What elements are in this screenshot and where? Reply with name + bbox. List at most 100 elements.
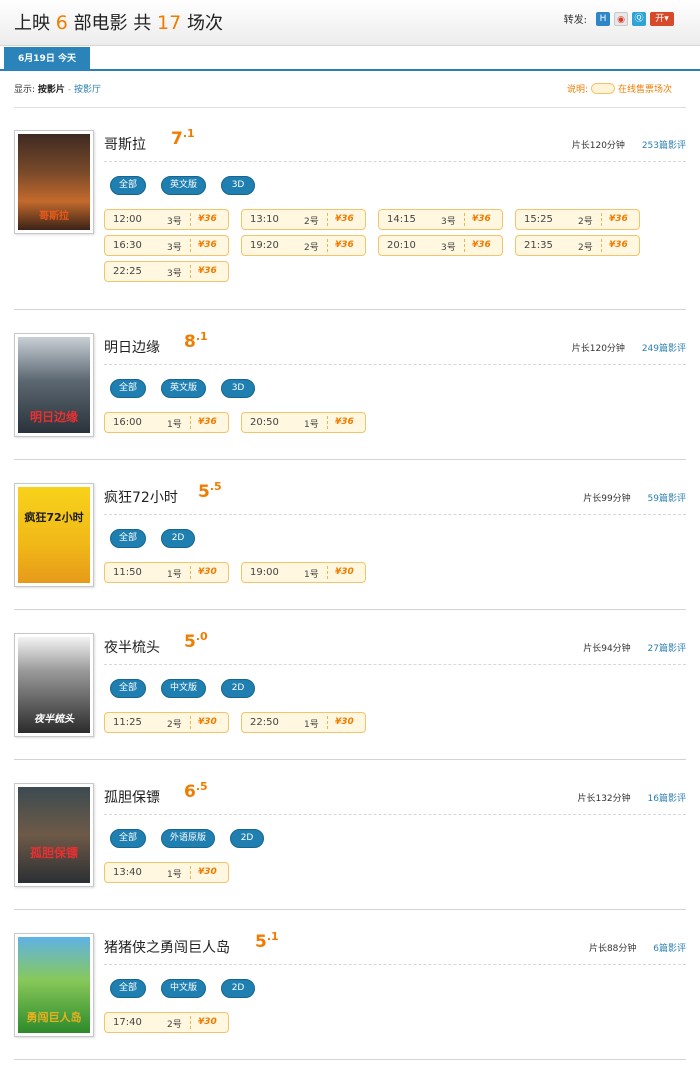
qzone-icon[interactable]: Ⓠ <box>632 11 646 26</box>
movie-reviews-link[interactable]: 27篇影评 <box>648 644 686 654</box>
movie-item: 明日边缘 明日边缘 8.1 片长120分钟 249篇影评 全部 英文版 3D 16:… <box>14 330 686 460</box>
showtime-ticket[interactable]: 17:40 2号 ¥30 <box>104 1012 229 1033</box>
display-by-hall-link[interactable]: 按影厅 <box>74 85 101 95</box>
movie-title[interactable]: 夜半梳头 <box>104 637 160 657</box>
showtime-ticket[interactable]: 22:50 1号 ¥30 <box>241 712 366 733</box>
display-label: 显示: <box>14 85 36 95</box>
showtime-ticket[interactable]: 12:00 3号 ¥36 <box>104 209 229 230</box>
share-bar: 转发: H ◉ Ⓠ 开▾ <box>564 11 674 26</box>
movie-title[interactable]: 猪猪侠之勇闯巨人岛 <box>104 937 230 957</box>
showtime-hall: 3号 <box>441 217 456 227</box>
ticket-divider <box>327 213 328 226</box>
version-filter-button[interactable]: 全部 <box>110 379 147 398</box>
showtime-hall: 3号 <box>167 269 182 279</box>
showtime-ticket[interactable]: 22:25 3号 ¥36 <box>104 261 229 282</box>
showtime-hall: 3号 <box>441 243 456 253</box>
version-filter-button[interactable]: 2D <box>221 979 256 998</box>
more-share-icon[interactable]: 开▾ <box>650 11 674 26</box>
ticket-divider <box>601 213 602 226</box>
movie-poster[interactable]: 勇闯巨人岛 <box>14 933 94 1037</box>
showtime-price: ¥36 <box>335 417 354 427</box>
poster-title-art: 疯狂72小时 <box>24 511 84 524</box>
movie-header: 疯狂72小时 5.5 片长99分钟 59篇影评 <box>104 480 686 515</box>
movie-reviews-link[interactable]: 253篇影评 <box>642 141 686 151</box>
movie-reviews-link[interactable]: 59篇影评 <box>648 494 686 504</box>
session-count: 17 <box>157 12 182 34</box>
showtime-price: ¥30 <box>198 717 217 727</box>
showtime-ticket[interactable]: 11:50 1号 ¥30 <box>104 562 229 583</box>
showtime-ticket[interactable]: 16:00 1号 ¥36 <box>104 412 229 433</box>
showtime-hall: 1号 <box>167 420 182 430</box>
display-mode-row: 显示: 按影片 - 按影厅 说明: 在线售票场次 <box>14 82 686 108</box>
showtime-price: ¥36 <box>198 417 217 427</box>
movie-item: 夜半梳头 夜半梳头 5.0 片长94分钟 27篇影评 全部 中文版 2D 11:25… <box>14 630 686 760</box>
movie-title[interactable]: 疯狂72小时 <box>104 487 178 507</box>
score-integer: 5 <box>198 482 210 502</box>
version-filter-button[interactable]: 全部 <box>110 979 147 998</box>
movie-title[interactable]: 哥斯拉 <box>104 134 146 154</box>
showtime-ticket[interactable]: 21:35 2号 ¥36 <box>515 235 640 256</box>
ticket-divider <box>190 1016 191 1029</box>
showtime-ticket[interactable]: 19:20 2号 ¥36 <box>241 235 366 256</box>
title-sessions-word: 场次 <box>186 13 223 34</box>
movie-score: 5.5 <box>198 480 222 502</box>
version-filter-button[interactable]: 英文版 <box>161 379 207 398</box>
showtime-ticket[interactable]: 14:15 3号 ¥36 <box>378 209 503 230</box>
ticket-divider <box>464 239 465 252</box>
title-prefix: 上映 <box>14 13 50 34</box>
version-filter-button[interactable]: 3D <box>221 379 256 398</box>
movie-reviews-link[interactable]: 6篇影评 <box>653 944 686 954</box>
showtime-ticket[interactable]: 19:00 1号 ¥30 <box>241 562 366 583</box>
showtime-price: ¥36 <box>609 240 628 250</box>
showtime-time: 11:50 <box>113 567 142 578</box>
movie-poster[interactable]: 明日边缘 <box>14 333 94 437</box>
showtime-ticket[interactable]: 13:40 1号 ¥30 <box>104 862 229 883</box>
legend-swatch <box>590 83 615 94</box>
showtime-ticket[interactable]: 11:25 2号 ¥30 <box>104 712 229 733</box>
weibo-icon[interactable]: ◉ <box>614 11 628 26</box>
version-filter-button[interactable]: 2D <box>230 829 265 848</box>
poster-image: 孤胆保镖 <box>18 787 90 883</box>
version-filter-button[interactable]: 外语原版 <box>161 829 216 848</box>
movie-poster[interactable]: 夜半梳头 <box>14 633 94 737</box>
version-filter-button[interactable]: 全部 <box>110 679 147 698</box>
showtime-ticket[interactable]: 16:30 3号 ¥36 <box>104 235 229 256</box>
version-filter-button[interactable]: 2D <box>161 529 196 548</box>
movie-reviews-link[interactable]: 16篇影评 <box>648 794 686 804</box>
legend-prefix: 说明: <box>566 85 588 95</box>
showtime-ticket[interactable]: 15:25 2号 ¥36 <box>515 209 640 230</box>
movie-poster[interactable]: 疯狂72小时 <box>14 483 94 587</box>
score-decimal: .1 <box>195 330 208 343</box>
version-filter-button[interactable]: 中文版 <box>161 679 207 698</box>
score-integer: 7 <box>171 129 183 149</box>
showtime-time: 21:35 <box>524 240 553 251</box>
version-filter-button[interactable]: 全部 <box>110 829 147 848</box>
showtime-hall: 2号 <box>167 720 182 730</box>
page-header: 上映 6 部电影 共 17 场次 转发: H ◉ Ⓠ 开▾ <box>0 0 700 46</box>
version-filter-button[interactable]: 2D <box>221 679 256 698</box>
movie-title[interactable]: 明日边缘 <box>104 337 160 357</box>
movie-poster[interactable]: 孤胆保镖 <box>14 783 94 887</box>
showtime-time: 22:25 <box>113 266 142 277</box>
version-filters: 全部 中文版 2D <box>110 679 270 698</box>
movie-poster[interactable]: 哥斯拉 <box>14 130 94 234</box>
tab-today[interactable]: 6月19日 今天 <box>4 47 90 71</box>
version-filter-button[interactable]: 中文版 <box>161 979 207 998</box>
movie-title[interactable]: 孤胆保镖 <box>104 787 160 807</box>
showtime-ticket[interactable]: 13:10 2号 ¥36 <box>241 209 366 230</box>
version-filter-button[interactable]: 全部 <box>110 176 147 195</box>
showtime-price: ¥36 <box>198 214 217 224</box>
score-decimal: .1 <box>182 127 195 140</box>
movie-item: 哥斯拉 哥斯拉 7.1 片长120分钟 253篇影评 全部 英文版 3D 12:00… <box>14 127 686 310</box>
movie-score: 7.1 <box>171 127 195 149</box>
showtime-hall: 1号 <box>167 570 182 580</box>
version-filter-button[interactable]: 英文版 <box>161 176 207 195</box>
version-filter-button[interactable]: 全部 <box>110 529 147 548</box>
renren-icon[interactable]: H <box>596 11 610 26</box>
showtime-price: ¥36 <box>609 214 628 224</box>
movie-reviews-link[interactable]: 249篇影评 <box>642 344 686 354</box>
score-decimal: .1 <box>266 930 279 943</box>
showtime-ticket[interactable]: 20:50 1号 ¥36 <box>241 412 366 433</box>
version-filter-button[interactable]: 3D <box>221 176 256 195</box>
showtime-ticket[interactable]: 20:10 3号 ¥36 <box>378 235 503 256</box>
